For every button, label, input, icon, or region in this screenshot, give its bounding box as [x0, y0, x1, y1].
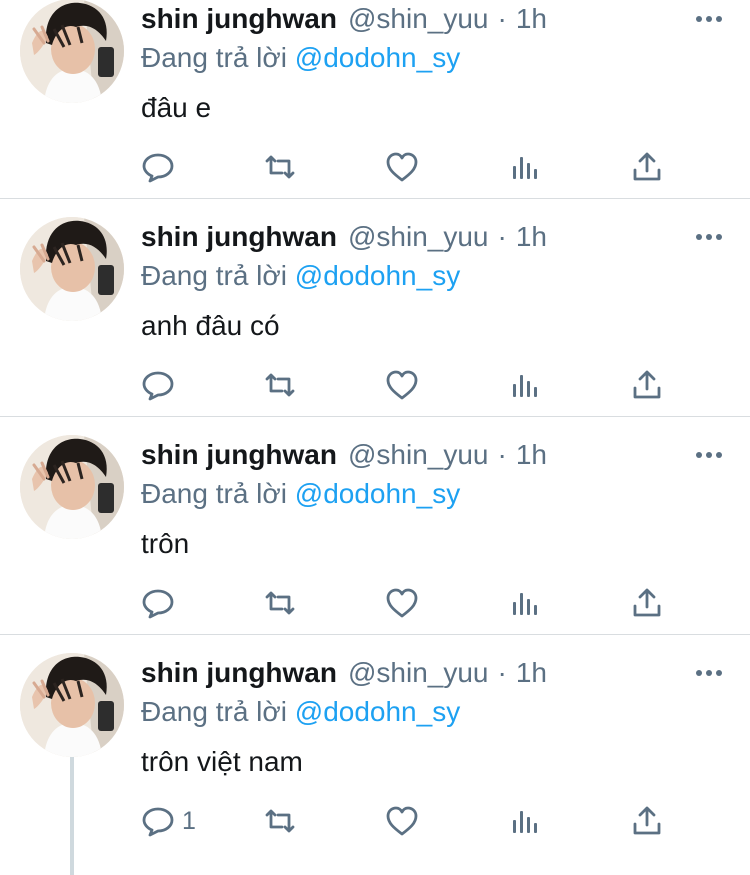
speech-bubble-icon [142, 807, 174, 837]
retweet-button[interactable] [262, 583, 298, 623]
heart-icon [386, 806, 418, 836]
bar-chart-icon [513, 375, 537, 397]
share-button[interactable] [629, 365, 665, 405]
share-icon [633, 152, 661, 181]
replying-to: Đang trả lời @dodohn_sy [141, 692, 460, 732]
retweet-icon [265, 373, 295, 397]
bar-chart-icon [513, 811, 537, 833]
speech-bubble-icon [142, 371, 174, 401]
tweet-text: trôn việt nam [141, 746, 303, 777]
user-handle[interactable]: @shin_yuu [348, 653, 489, 693]
tweet-header: shin junghwan @shin_yuu · 1h [141, 0, 547, 39]
share-icon [633, 806, 661, 835]
display-name[interactable]: shin junghwan [141, 217, 337, 257]
reply-mention-link[interactable]: @dodohn_sy [295, 696, 460, 727]
heart-icon [386, 152, 418, 182]
avatar[interactable] [20, 435, 124, 539]
reply-count: 1 [182, 807, 196, 835]
reply-button[interactable] [140, 147, 182, 187]
tweet-header: shin junghwan @shin_yuu · 1h [141, 653, 547, 693]
separator-dot: · [497, 657, 507, 688]
heart-icon [386, 370, 418, 400]
retweet-icon [265, 591, 295, 615]
share-icon [633, 370, 661, 399]
tweet[interactable]: shin junghwan @shin_yuu · 1h Đang trả lờ… [0, 635, 750, 875]
timestamp[interactable]: 1h [516, 653, 547, 693]
retweet-icon [265, 809, 295, 833]
more-icon[interactable] [694, 225, 724, 249]
more-icon[interactable] [694, 7, 724, 31]
like-button[interactable] [384, 583, 420, 623]
heart-icon [386, 588, 418, 618]
like-button[interactable] [384, 147, 420, 187]
share-button[interactable] [629, 147, 665, 187]
more-icon[interactable] [694, 443, 724, 467]
more-icon[interactable] [694, 661, 724, 685]
reply-mention-link[interactable]: @dodohn_sy [295, 42, 460, 73]
tweet-header: shin junghwan @shin_yuu · 1h [141, 435, 547, 475]
reply-button[interactable] [140, 583, 182, 623]
retweet-button[interactable] [262, 365, 298, 405]
like-button[interactable] [384, 801, 420, 841]
share-button[interactable] [629, 801, 665, 841]
separator-dot: · [497, 439, 507, 470]
reply-button[interactable]: 1 [140, 801, 196, 841]
reply-mention-link[interactable]: @dodohn_sy [295, 478, 460, 509]
retweet-button[interactable] [262, 801, 298, 841]
replying-to: Đang trả lời @dodohn_sy [141, 256, 460, 296]
avatar[interactable] [20, 653, 124, 757]
avatar[interactable] [20, 0, 124, 103]
view-stats-button[interactable] [507, 583, 543, 623]
avatar-image [20, 217, 124, 321]
tweet-text: anh đâu có [141, 310, 280, 341]
user-handle[interactable]: @shin_yuu [348, 217, 489, 257]
avatar[interactable] [20, 217, 124, 321]
tweet-actions [0, 365, 750, 405]
reply-mention-link[interactable]: @dodohn_sy [295, 260, 460, 291]
replying-to: Đang trả lời @dodohn_sy [141, 38, 460, 78]
tweet[interactable]: shin junghwan @shin_yuu · 1h Đang trả lờ… [0, 199, 750, 417]
tweet-text: trôn [141, 528, 190, 559]
view-stats-button[interactable] [507, 365, 543, 405]
tweet-actions: 1 [0, 801, 750, 841]
view-stats-button[interactable] [507, 147, 543, 187]
tweet[interactable]: shin junghwan @shin_yuu · 1h Đang trả lờ… [0, 0, 750, 199]
tweet-thread: shin junghwan @shin_yuu · 1h Đang trả lờ… [0, 0, 750, 875]
like-button[interactable] [384, 365, 420, 405]
timestamp[interactable]: 1h [516, 0, 547, 39]
avatar-image [20, 0, 124, 103]
avatar-image [20, 653, 124, 757]
separator-dot: · [497, 3, 507, 34]
speech-bubble-icon [142, 153, 174, 183]
timestamp[interactable]: 1h [516, 217, 547, 257]
display-name[interactable]: shin junghwan [141, 435, 337, 475]
tweet[interactable]: shin junghwan @shin_yuu · 1h Đang trả lờ… [0, 417, 750, 635]
view-stats-button[interactable] [507, 801, 543, 841]
retweet-button[interactable] [262, 147, 298, 187]
replying-to-label: Đang trả lời [141, 260, 287, 291]
tweet-text: đâu e [141, 92, 212, 123]
user-handle[interactable]: @shin_yuu [348, 435, 489, 475]
replying-to-label: Đang trả lời [141, 478, 287, 509]
timestamp[interactable]: 1h [516, 435, 547, 475]
replying-to: Đang trả lời @dodohn_sy [141, 474, 460, 514]
tweet-header: shin junghwan @shin_yuu · 1h [141, 217, 547, 257]
replying-to-label: Đang trả lời [141, 696, 287, 727]
speech-bubble-icon [142, 589, 174, 619]
share-icon [633, 588, 661, 617]
display-name[interactable]: shin junghwan [141, 653, 337, 693]
avatar-image [20, 435, 124, 539]
reply-button[interactable] [140, 365, 182, 405]
display-name[interactable]: shin junghwan [141, 0, 337, 39]
bar-chart-icon [513, 157, 537, 179]
retweet-icon [265, 155, 295, 179]
bar-chart-icon [513, 593, 537, 615]
tweet-actions [0, 583, 750, 623]
replying-to-label: Đang trả lời [141, 42, 287, 73]
user-handle[interactable]: @shin_yuu [348, 0, 489, 39]
share-button[interactable] [629, 583, 665, 623]
tweet-actions [0, 147, 750, 187]
separator-dot: · [497, 221, 507, 252]
